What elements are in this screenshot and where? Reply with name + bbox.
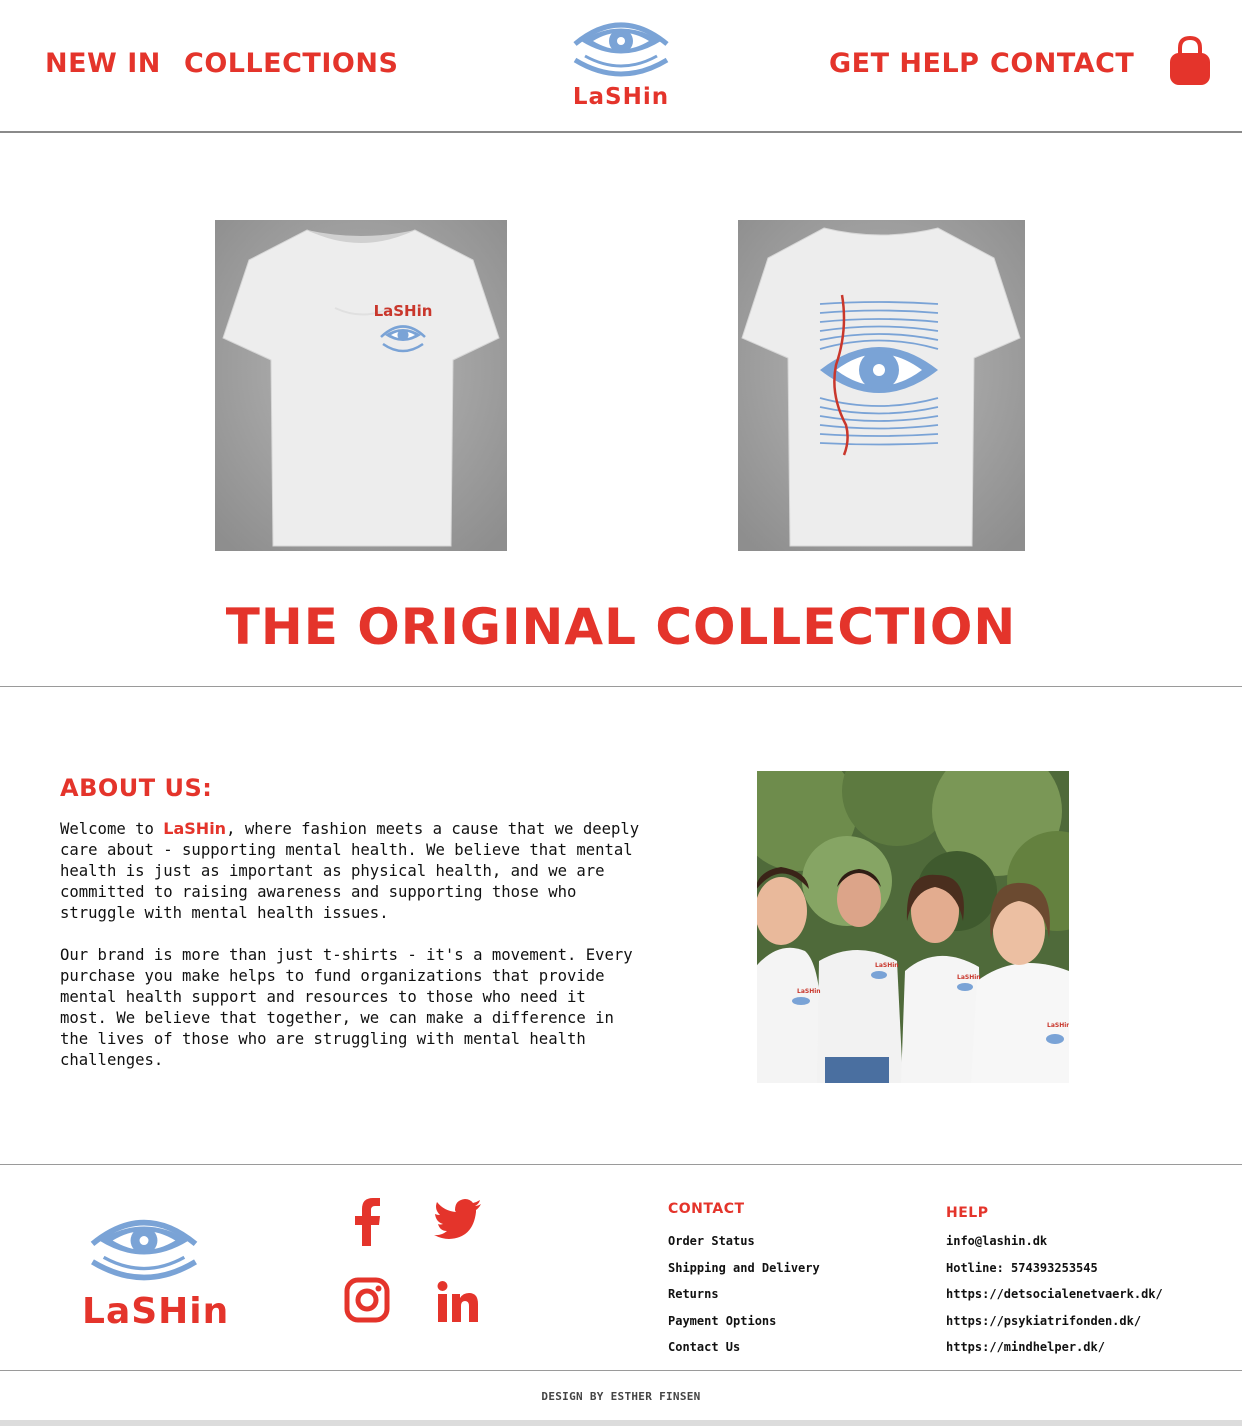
footer-link-mindhelper[interactable]: https://mindhelper.dk/ (946, 1340, 1163, 1367)
shirt-print-text: LaSHin (1047, 1022, 1069, 1029)
about-intro-text: Welcome to (60, 820, 164, 838)
about-paragraph-1: Welcome to LaSHin, where fashion meets a… (60, 818, 640, 924)
footer-link-payment[interactable]: Payment Options (668, 1314, 820, 1341)
design-credit: DESIGN BY ESTHER FINSEN (541, 1390, 701, 1403)
shopping-bag-icon[interactable] (1168, 35, 1212, 87)
nav-get-help[interactable]: GET HELP (829, 48, 979, 79)
footer-link-psykiatrifonden[interactable]: https://psykiatrifonden.dk/ (946, 1314, 1163, 1341)
about-body: Welcome to LaSHin, where fashion meets a… (60, 818, 640, 1092)
logo-wordmark: LaSHin (572, 84, 670, 110)
product-tshirt-back[interactable] (738, 220, 1025, 551)
product-tshirt-front[interactable]: LaSHin (215, 220, 507, 551)
footer-link-shipping[interactable]: Shipping and Delivery (668, 1261, 820, 1288)
tshirt-back-image (738, 220, 1025, 551)
nav-new-in[interactable]: NEW IN (45, 48, 161, 79)
nav-collections[interactable]: COLLECTIONS (184, 48, 398, 79)
footer-help-list: info@lashin.dk Hotline: 574393253545 htt… (946, 1234, 1163, 1367)
instagram-icon[interactable] (344, 1277, 390, 1323)
footer-email-link[interactable]: info@lashin.dk (946, 1234, 1163, 1261)
footer-hotline[interactable]: Hotline: 574393253545 (946, 1261, 1163, 1288)
footer-link-detsocialenetvaerk[interactable]: https://detsocialenetvaerk.dk/ (946, 1287, 1163, 1314)
site-header: NEW IN COLLECTIONS LaSHin GET HELP CONTA… (0, 0, 1242, 133)
facebook-icon[interactable] (352, 1198, 382, 1246)
footer-logo-wordmark: LaSHin (82, 1291, 230, 1332)
brand-inline-name: LaSHin (163, 819, 227, 838)
footer-link-contact-us[interactable]: Contact Us (668, 1340, 820, 1367)
header-logo[interactable]: LaSHin (570, 12, 672, 110)
shirt-print-text: LaSHin (797, 988, 821, 995)
tshirt-print-text: LaSHin (374, 302, 433, 320)
about-paragraph-2: Our brand is more than just t-shirts - i… (60, 946, 633, 1069)
footer-contact-title: CONTACT (668, 1201, 745, 1217)
footer-divider (0, 1164, 1242, 1165)
group-photo-image: LaSHin LaSHin LaSHin LaSHin (757, 771, 1069, 1083)
footer-link-order-status[interactable]: Order Status (668, 1234, 820, 1261)
footer-help-title: HELP (946, 1205, 989, 1221)
about-heading: ABOUT US: (60, 774, 213, 802)
footer-link-returns[interactable]: Returns (668, 1287, 820, 1314)
group-photo: LaSHin LaSHin LaSHin LaSHin (757, 771, 1069, 1083)
twitter-icon[interactable] (434, 1199, 482, 1239)
eye-logo-icon (90, 1219, 198, 1281)
nav-contact[interactable]: CONTACT (990, 48, 1134, 79)
credit-divider (0, 1370, 1242, 1371)
tshirt-front-image: LaSHin (215, 220, 507, 551)
eye-logo-icon (573, 22, 669, 77)
shirt-print-text: LaSHin (957, 974, 981, 981)
footer-contact-list: Order Status Shipping and Delivery Retur… (668, 1234, 820, 1367)
section-divider (0, 686, 1242, 687)
linkedin-icon[interactable] (437, 1281, 479, 1323)
footer-logo[interactable]: LaSHin (82, 1207, 230, 1332)
collection-title: THE ORIGINAL COLLECTION (225, 598, 1017, 656)
shirt-print-text: LaSHin (875, 962, 899, 969)
page-bottom-bar (0, 1420, 1242, 1426)
